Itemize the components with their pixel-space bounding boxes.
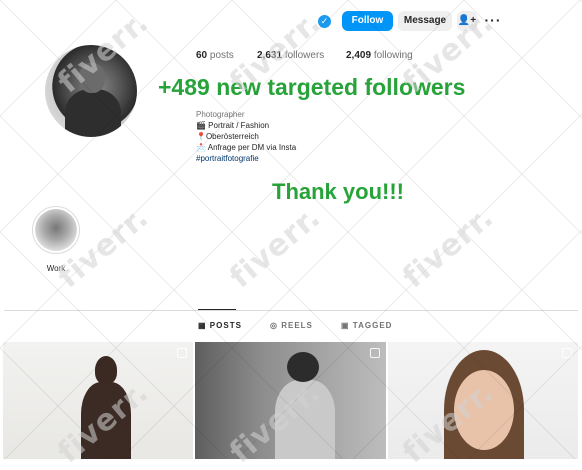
following-stat[interactable]: 2,409 following <box>346 50 413 61</box>
post-thumbnail[interactable] <box>3 342 193 459</box>
verified-badge-icon: ✓ <box>318 15 331 28</box>
watermark-text: fiverr. <box>396 199 501 296</box>
tab-posts-label: POSTS <box>209 321 242 330</box>
tab-posts[interactable]: ▦ POSTS <box>198 321 242 330</box>
tab-reels-label: REELS <box>281 321 313 330</box>
followers-stat[interactable]: 2,631 followers <box>257 50 324 61</box>
bio-line: 🎬 Portrait / Fashion <box>196 121 270 130</box>
bio-hashtag-link[interactable]: #portraitfotografie <box>196 153 296 164</box>
followers-label: followers <box>284 50 325 61</box>
bio-line: 📩 Anfrage per DM via Insta <box>196 143 297 152</box>
tab-tagged-label: TAGGED <box>352 321 393 330</box>
message-button[interactable]: Message <box>398 11 452 31</box>
bio-line: 📍Oberösterreich <box>196 132 259 141</box>
tab-reels[interactable]: ◎ REELS <box>270 321 313 330</box>
followers-count: 2,631 <box>257 50 283 61</box>
posts-count: 60 <box>196 50 208 61</box>
thanks-overlay-text: Thank you!!! <box>272 179 404 204</box>
profile-avatar[interactable] <box>45 45 137 137</box>
highlight-label: Work <box>46 264 66 273</box>
post-thumbnail[interactable] <box>388 342 578 459</box>
tagged-icon: ▣ <box>341 321 350 330</box>
story-highlight[interactable] <box>32 206 80 254</box>
profile-bio: Photographer 🎬 Portrait / Fashion 📍Oberö… <box>196 109 296 164</box>
multi-post-icon <box>562 348 572 358</box>
following-label: following <box>373 50 413 61</box>
follow-button[interactable]: Follow <box>342 11 393 31</box>
posts-stat: 60 posts <box>196 50 234 61</box>
tabs-divider <box>4 310 578 311</box>
multi-post-icon <box>177 348 187 358</box>
promo-overlay-text: +489 new targeted followers <box>158 74 466 100</box>
watermark-text: fiverr. <box>223 199 328 296</box>
following-count: 2,409 <box>346 50 372 61</box>
tab-tagged[interactable]: ▣ TAGGED <box>341 321 392 330</box>
grid-icon: ▦ <box>198 321 207 330</box>
reels-icon: ◎ <box>270 321 278 330</box>
bio-category: Photographer <box>196 110 245 119</box>
posts-label: posts <box>209 50 234 61</box>
post-thumbnail[interactable] <box>195 342 386 459</box>
active-tab-indicator <box>198 309 236 310</box>
suggest-user-icon[interactable]: 👤+ <box>457 11 477 31</box>
multi-post-icon <box>370 348 380 358</box>
more-options-icon[interactable]: ··· <box>482 11 504 31</box>
